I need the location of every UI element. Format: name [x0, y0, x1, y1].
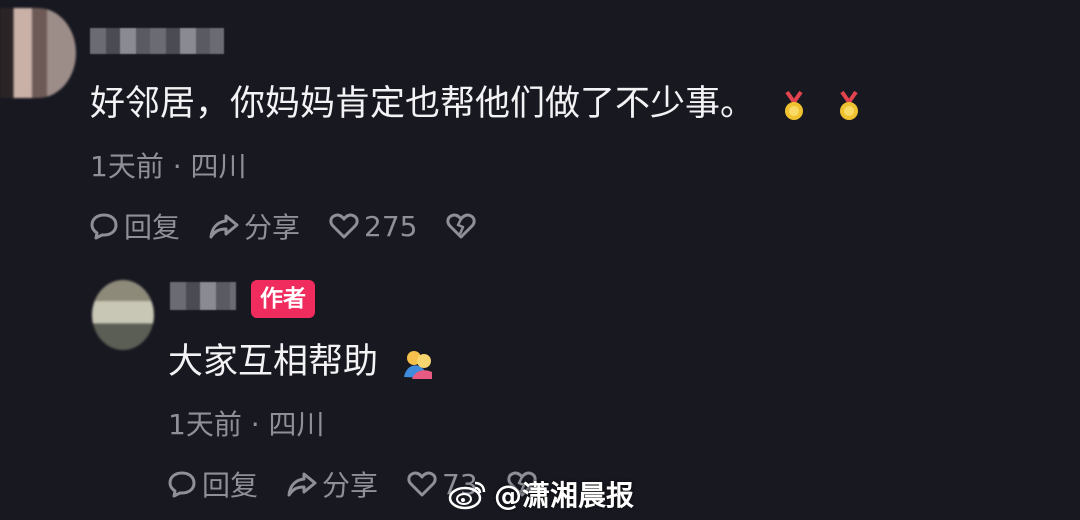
like-count: 275	[364, 209, 418, 243]
comment-meta: 1天前 · 四川	[90, 150, 247, 184]
reply-button[interactable]: 回复	[166, 464, 258, 504]
reply-time: 1天前	[168, 408, 242, 441]
meta-separator: ·	[172, 150, 182, 183]
heart-icon	[329, 213, 359, 239]
watermark-text: @潇湘晨报	[494, 479, 635, 512]
share-button[interactable]: 分享	[208, 206, 300, 246]
share-label: 分享	[322, 469, 379, 502]
weibo-watermark: @潇湘晨报	[448, 474, 634, 514]
author-name-blurred[interactable]	[170, 282, 236, 310]
reply-meta: 1天前 · 四川	[168, 408, 325, 442]
author-avatar[interactable]	[92, 280, 154, 350]
commenter-avatar[interactable]	[0, 8, 76, 98]
commenter-name-blurred[interactable]	[90, 28, 224, 54]
reply-label: 回复	[124, 211, 181, 244]
reply-icon	[90, 213, 118, 240]
comment-time: 1天前	[90, 150, 164, 183]
share-icon	[287, 472, 317, 497]
comment-location: 四川	[190, 150, 247, 183]
reply-text: 大家互相帮助	[168, 342, 379, 382]
comment-actions: 回复 分享 275	[88, 206, 509, 246]
comment-text: 好邻居，你妈妈肯定也帮他们做了不少事。	[90, 84, 756, 124]
share-button[interactable]: 分享	[286, 464, 378, 504]
heart-icon	[407, 471, 437, 497]
reply-label: 回复	[202, 469, 259, 502]
medal-icon	[778, 88, 810, 122]
reply-icon	[168, 471, 196, 498]
reply-location: 四川	[268, 408, 325, 441]
dislike-button[interactable]	[445, 210, 481, 242]
reply-button[interactable]: 回复	[88, 206, 180, 246]
author-badge: 作者	[251, 280, 315, 318]
comment-content: 好邻居，你妈妈肯定也帮他们做了不少事。	[90, 80, 865, 128]
share-label: 分享	[244, 211, 301, 244]
share-icon	[209, 214, 239, 239]
hug-icon	[401, 346, 433, 380]
meta-separator: ·	[250, 408, 260, 441]
like-button[interactable]: 275	[328, 210, 417, 243]
comment-thread: 好邻居，你妈妈肯定也帮他们做了不少事。 1天前 · 四川 回复 分享 275 作…	[0, 0, 1080, 520]
broken-heart-icon	[446, 213, 477, 239]
medal-icon	[833, 88, 865, 122]
reply-content: 大家互相帮助	[168, 338, 433, 386]
weibo-logo-icon	[448, 481, 486, 510]
